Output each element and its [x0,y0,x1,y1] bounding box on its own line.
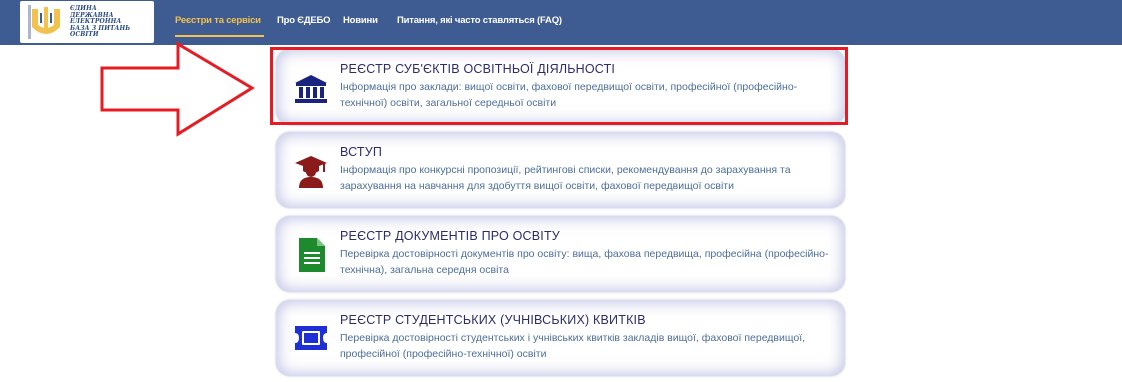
nav-faq[interactable]: Питання, які часто ставляться (FAQ) [397,15,562,26]
card-title: РЕЄСТР СТУДЕНТСЬКИХ (УЧНІВСЬКИХ) КВИТКІВ [340,313,646,327]
right-arrow-icon [100,41,255,137]
card-description: Інформація про конкурсні пропозиції, рей… [340,164,791,192]
edebo-logo[interactable]: ЄДИНА ДЕРЖАВНА ЕЛЕКТРОННА БАЗА З ПИТАНЬ … [20,1,154,43]
highlight-frame [270,47,848,125]
card-student-tickets-registry[interactable]: РЕЄСТР СТУДЕНТСЬКИХ (УЧНІВСЬКИХ) КВИТКІВ… [276,300,845,376]
nav-news[interactable]: Новини [343,15,378,26]
logo-line: ОСВІТИ [70,31,99,39]
card-description: Перевірка достовірності студентських і у… [340,332,806,360]
card-title: РЕЄСТР ДОКУМЕНТІВ ПРО ОСВІТУ [340,229,560,243]
nav-registries-services[interactable]: Реєстри та сервіси [175,15,261,26]
document-icon [299,238,325,272]
active-nav-underline [175,35,264,37]
nav-about-edebo[interactable]: Про ЄДЕБО [277,15,331,26]
trident-emblem-icon [28,5,60,39]
card-education-documents-registry[interactable]: РЕЄСТР ДОКУМЕНТІВ ПРО ОСВІТУ Перевірка д… [276,216,845,292]
card-description: Перевірка достовірності документів про о… [340,248,829,276]
ticket-icon [295,326,327,350]
graduate-icon [295,156,327,188]
logo-text: ЄДИНА ДЕРЖАВНА ЕЛЕКТРОННА БАЗА З ПИТАНЬ … [70,5,152,39]
top-navigation-bar: ЄДИНА ДЕРЖАВНА ЕЛЕКТРОННА БАЗА З ПИТАНЬ … [0,0,1122,45]
card-admission[interactable]: ВСТУП Інформація про конкурсні пропозиці… [276,132,845,208]
card-title: ВСТУП [340,145,383,159]
